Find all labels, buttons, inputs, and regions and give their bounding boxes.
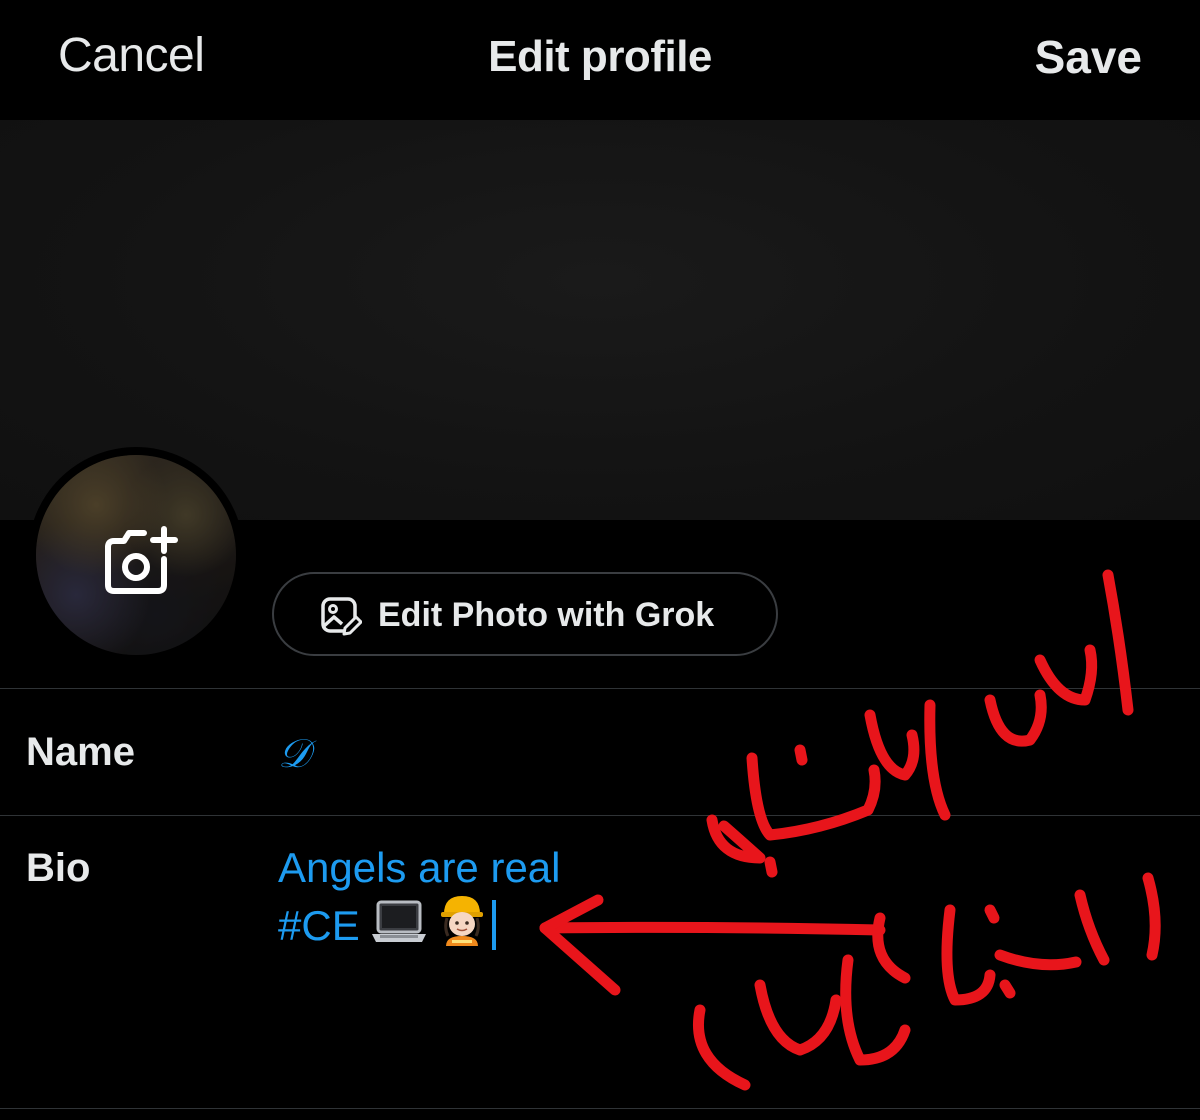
divider <box>0 688 1200 689</box>
text-cursor <box>491 900 496 950</box>
bio-line-1: Angels are real <box>278 844 561 891</box>
bio-label: Bio <box>26 846 91 890</box>
image-edit-icon <box>321 597 362 636</box>
edit-profile-screen: Cancel Edit profile Save Edit Photo with… <box>0 0 1200 1120</box>
name-label: Name <box>26 730 135 774</box>
construction-worker-emoji <box>440 896 483 946</box>
divider <box>0 815 1200 816</box>
bio-line-2: #CE <box>278 894 561 952</box>
bio-input[interactable]: Angels are real #CE <box>278 842 561 952</box>
avatar[interactable] <box>36 455 236 655</box>
page-title: Edit profile <box>488 32 712 81</box>
top-nav-bar: Cancel Edit profile Save <box>0 0 1200 120</box>
edit-photo-with-grok-button[interactable]: Edit Photo with Grok <box>272 572 778 656</box>
avatar-container[interactable] <box>28 447 244 663</box>
save-button[interactable]: Save <box>1035 30 1142 84</box>
edit-photo-with-grok-label: Edit Photo with Grok <box>378 596 715 634</box>
name-input[interactable]: 𝒟 <box>278 728 310 780</box>
divider <box>0 1108 1200 1109</box>
camera-plus-icon[interactable] <box>98 525 182 601</box>
bio-hashtag: #CE <box>278 902 360 949</box>
laptop-emoji <box>371 900 426 942</box>
